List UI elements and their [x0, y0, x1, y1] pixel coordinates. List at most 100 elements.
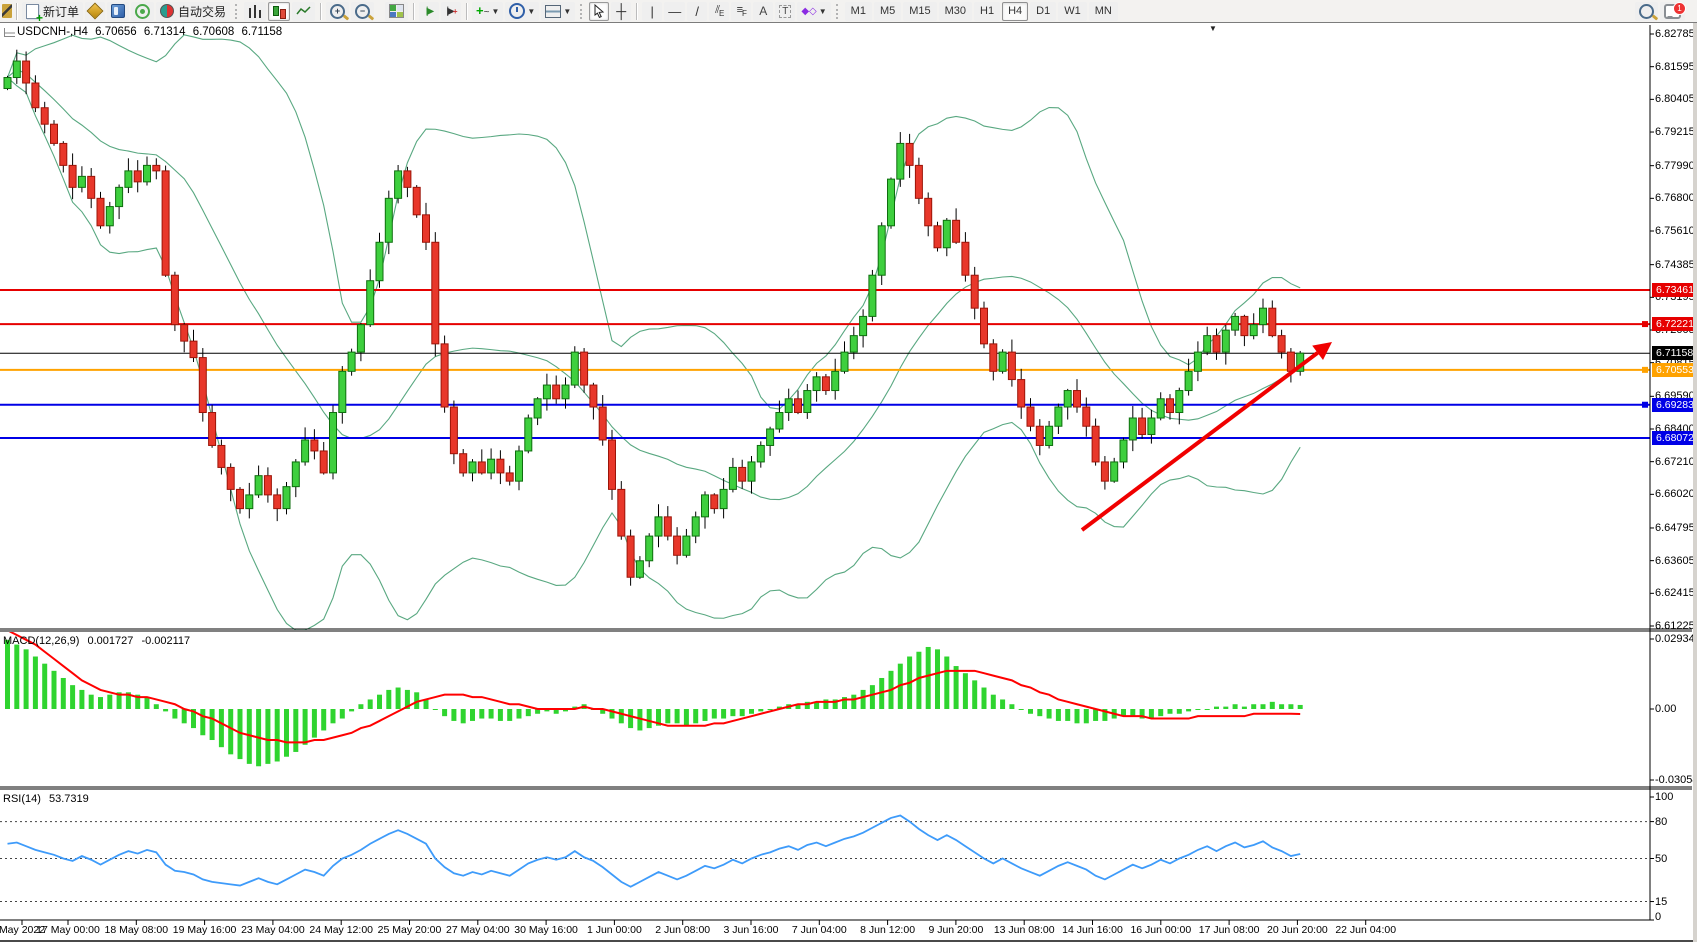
clock-icon: [509, 3, 525, 19]
chevron-down-icon: ▼: [819, 7, 827, 16]
templates-button[interactable]: ▼: [541, 2, 575, 21]
arrows-button[interactable]: ◆◇▼: [797, 2, 830, 21]
zoom-in-button[interactable]: +: [326, 2, 349, 21]
chart-title-icon: [4, 28, 15, 37]
signals-button[interactable]: [131, 2, 154, 21]
indicators-icon: +~: [476, 5, 489, 18]
auto-trading-icon: [160, 4, 174, 18]
auto-trading-button[interactable]: 自动交易: [156, 2, 230, 21]
arrows-icon: ◆◇: [801, 6, 816, 17]
rsi-panel: [0, 815, 1650, 901]
search-icon: [1639, 4, 1654, 19]
line-chart-icon: [296, 5, 311, 17]
community-button[interactable]: 1: [1660, 2, 1685, 21]
chart-shift-button[interactable]: |▶+: [441, 2, 461, 21]
panel-splitter[interactable]: [0, 787, 1692, 789]
macd-header: MACD(12,26,9) 0.001727 -0.002117: [3, 635, 195, 647]
horizontal-line-icon: —: [668, 4, 681, 19]
bar-chart-icon: [248, 5, 262, 18]
timeframe-M1[interactable]: M1: [845, 2, 872, 21]
bar-chart-button[interactable]: [244, 2, 266, 21]
timeframe-D1[interactable]: D1: [1030, 2, 1056, 21]
toolbar-drag-handle[interactable]: [235, 4, 239, 19]
trendline-button[interactable]: /: [687, 2, 707, 21]
time-tick-label: 14 Jun 16:00: [1062, 924, 1123, 936]
rsi-tick-label: 100: [1655, 791, 1673, 803]
time-tick-label: 19 May 16:00: [173, 924, 237, 936]
new-order-label: 新订单: [43, 3, 79, 20]
timeframe-W1[interactable]: W1: [1058, 2, 1087, 21]
fibonacci-button[interactable]: ≡F: [731, 2, 751, 21]
time-tick-label: 8 Jun 12:00: [860, 924, 915, 936]
level-price-label: 6.72221: [1652, 317, 1697, 331]
price-tick-label: 6.74385: [1655, 259, 1695, 271]
time-tick-label: 23 May 04:00: [241, 924, 305, 936]
zoom-out-button[interactable]: −: [351, 2, 374, 21]
symbol-timeframe: USDCNH-,H4: [17, 26, 88, 38]
time-tick-label: 7 Jun 04:00: [792, 924, 847, 936]
rsi-tick-label: 50: [1655, 853, 1667, 865]
text-label-button[interactable]: T: [775, 2, 795, 21]
current-price-label: 6.71158: [1652, 346, 1697, 360]
search-button[interactable]: [1635, 2, 1658, 21]
timeframe-M5[interactable]: M5: [874, 2, 901, 21]
tile-windows-icon: [389, 4, 404, 18]
mql5-button[interactable]: [85, 2, 105, 21]
time-tick-label: 27 May 04:00: [446, 924, 510, 936]
price-tick-label: 6.67210: [1655, 456, 1695, 468]
main-toolbar: + 新订单 自动交易 + − |▶ |▶+ +~▼ ▼ ▼ ┼ | — / ⫽E…: [0, 0, 1697, 23]
toolbar-drag-handle[interactable]: [580, 4, 584, 19]
new-order-button[interactable]: + 新订单: [22, 2, 83, 21]
channel-icon: ⫽E: [715, 4, 723, 18]
chat-bubble-icon: 1: [1664, 4, 1681, 19]
level-price-label: 6.70553: [1652, 363, 1697, 377]
chart-canvas[interactable]: [0, 0, 1697, 942]
horizontal-lines[interactable]: [0, 290, 1650, 438]
price-tick-label: 6.63605: [1655, 555, 1695, 567]
rsi-value: 53.7319: [49, 793, 89, 805]
tile-windows-button[interactable]: [385, 2, 408, 21]
macd-tick-label: 0.029341: [1655, 633, 1697, 645]
timeframe-MN[interactable]: MN: [1089, 2, 1118, 21]
cursor-button[interactable]: [589, 2, 609, 21]
line-chart-button[interactable]: [292, 2, 315, 21]
time-tick-label: 16 Jun 00:00: [1130, 924, 1191, 936]
horizontal-line-button[interactable]: —: [664, 2, 685, 21]
auto-scroll-button[interactable]: |▶: [419, 2, 439, 21]
vertical-line-button[interactable]: |: [642, 2, 662, 21]
panel-splitter[interactable]: [0, 629, 1692, 631]
timeframe-H1[interactable]: H1: [974, 2, 1000, 21]
chevron-down-icon: ▼: [563, 7, 571, 16]
metaeditor-button[interactable]: [107, 2, 129, 21]
text-button[interactable]: A: [753, 2, 773, 21]
timeframe-M30[interactable]: M30: [939, 2, 972, 21]
chevron-down-icon: ▼: [527, 7, 535, 16]
price-tick-label: 6.61225: [1655, 620, 1695, 632]
toolbar-separator: [636, 3, 637, 20]
equidistant-channel-button[interactable]: ⫽E: [709, 2, 729, 21]
rsi-tick-label: 0: [1655, 911, 1661, 923]
fibonacci-icon: ≡F: [737, 4, 746, 18]
ohlc-open: 6.70656: [95, 26, 137, 38]
price-tick-label: 6.81595: [1655, 61, 1695, 73]
vertical-line-icon: |: [651, 4, 654, 19]
candlestick-chart-button[interactable]: [268, 2, 290, 21]
zoom-in-icon: +: [330, 4, 345, 19]
toolbar-separator: [466, 3, 467, 20]
timeframe-M15[interactable]: M15: [903, 2, 936, 21]
crosshair-button[interactable]: ┼: [611, 2, 631, 21]
timeframe-H4[interactable]: H4: [1002, 2, 1028, 21]
time-tick-label: 17 Jun 08:00: [1199, 924, 1260, 936]
auto-trading-label: 自动交易: [178, 3, 226, 20]
chart-shift-marker[interactable]: ▼: [1209, 24, 1217, 33]
ohlc-close: 6.71158: [241, 26, 282, 38]
time-tick-label: 20 Jun 20:00: [1267, 924, 1328, 936]
indicators-button[interactable]: +~▼: [472, 2, 503, 21]
gold-ingot-icon: [87, 3, 104, 20]
time-tick-label: 24 May 12:00: [309, 924, 373, 936]
time-tick-label: 22 Jun 04:00: [1335, 924, 1396, 936]
periods-button[interactable]: ▼: [505, 2, 539, 21]
rsi-header: RSI(14) 53.7319: [3, 793, 94, 805]
toolbar-separator: [413, 3, 414, 20]
toolbar-drag-handle[interactable]: [836, 4, 840, 19]
